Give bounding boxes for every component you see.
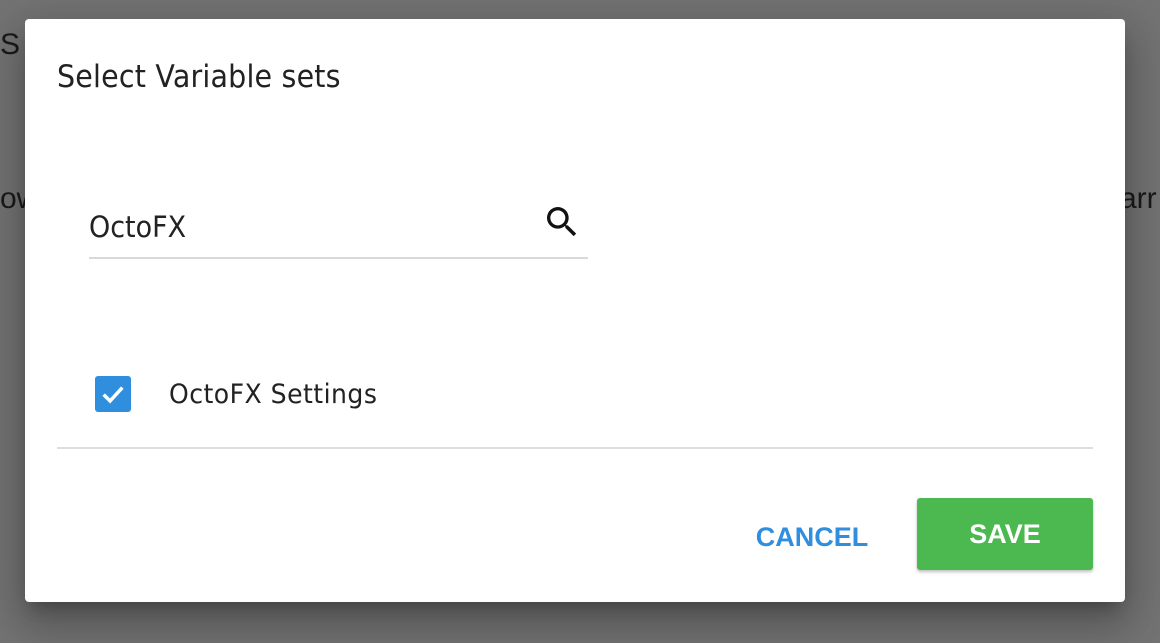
option-checkbox[interactable]	[95, 376, 131, 412]
list-item[interactable]: OctoFX Settings	[57, 359, 1093, 449]
background-text-fragment: S	[0, 28, 21, 61]
save-button[interactable]: SAVE	[917, 498, 1093, 570]
cancel-button[interactable]: CANCEL	[745, 517, 879, 557]
select-variable-sets-dialog: Select Variable sets OctoFX Settings CAN…	[25, 19, 1125, 602]
search-icon[interactable]	[542, 202, 582, 242]
checkmark-icon	[102, 386, 124, 404]
option-label: OctoFX Settings	[169, 379, 378, 410]
search-field	[89, 199, 588, 259]
dialog-title: Select Variable sets	[57, 59, 341, 95]
search-input[interactable]	[89, 207, 499, 247]
background-text-fragment: arr	[1120, 182, 1157, 215]
